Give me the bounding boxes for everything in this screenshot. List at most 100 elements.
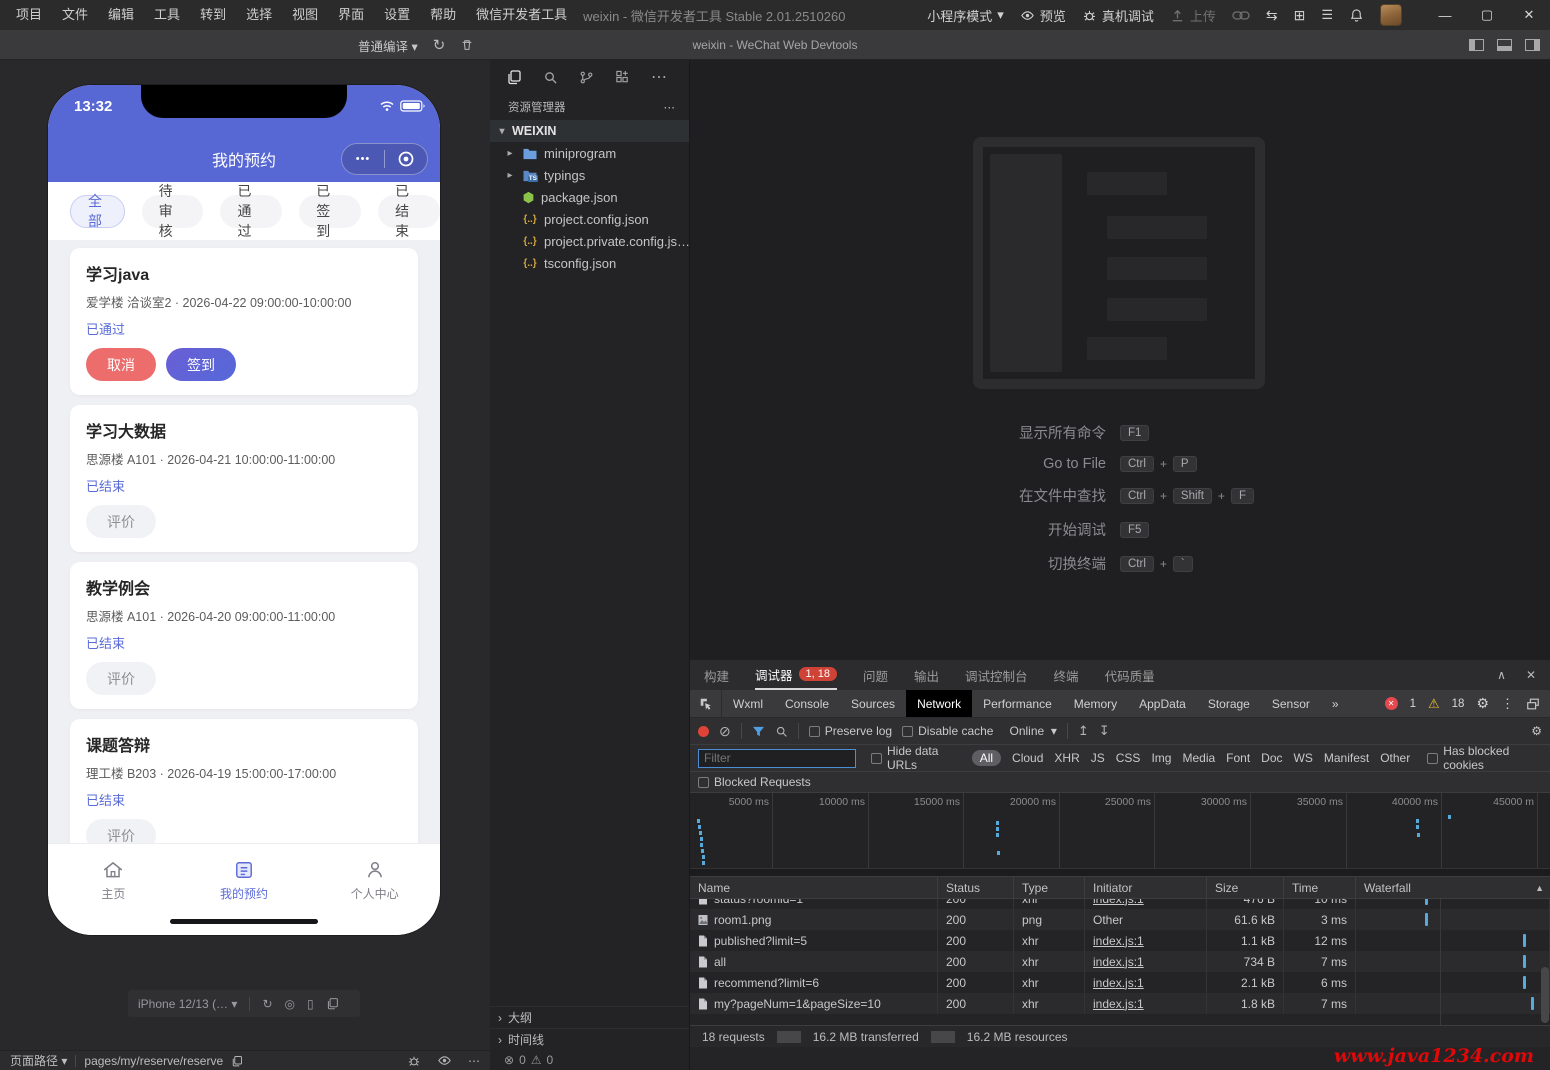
tab-sources[interactable]: Sources — [840, 690, 906, 717]
has-blocked-cookies-checkbox[interactable]: Has blocked cookies — [1427, 744, 1542, 772]
collapse-panel-icon[interactable]: ∧ — [1497, 668, 1506, 682]
device-selector[interactable]: iPhone 12/13 (… ▾ — [138, 997, 237, 1011]
tab-approved[interactable]: 已通过 — [220, 183, 283, 239]
hamburger-menu-icon[interactable]: ☰ — [1321, 7, 1333, 23]
table-row[interactable]: my?pageNum=1&pageSize=10 200 xhr index.j… — [690, 993, 1550, 1014]
more-icon[interactable]: ⋯ — [651, 67, 667, 87]
tree-item-project-config[interactable]: {..} project.config.json — [490, 208, 689, 230]
extensions-icon[interactable] — [615, 70, 630, 85]
refresh-button[interactable]: ↻ — [433, 36, 446, 54]
menu-help[interactable]: 帮助 — [420, 0, 466, 30]
menu-edit[interactable]: 编辑 — [98, 0, 144, 30]
close-button[interactable]: ✕ — [1508, 0, 1550, 30]
problems-status[interactable]: ⊗ 0 ⚠ 0 — [490, 1050, 689, 1070]
table-row[interactable]: status?roomid=1 200 xhr index.js:1 476 B… — [690, 899, 1550, 909]
filter-type-css[interactable]: CSS — [1116, 751, 1141, 765]
menu-settings[interactable]: 设置 — [374, 0, 420, 30]
inspect-element-icon[interactable] — [690, 690, 722, 717]
tab-memory[interactable]: Memory — [1063, 690, 1128, 717]
compile-mode-dropdown[interactable]: 普通编译 ▾ — [358, 36, 418, 55]
toggle-secondary-sidebar-icon[interactable] — [1525, 39, 1540, 51]
filter-funnel-icon[interactable] — [752, 726, 765, 737]
menu-goto[interactable]: 转到 — [190, 0, 236, 30]
blocked-requests-checkbox[interactable]: Blocked Requests — [698, 775, 811, 789]
tree-item-miniprogram[interactable]: ▸ miniprogram — [490, 142, 689, 164]
more-icon[interactable]: ⋯ — [468, 1054, 480, 1068]
export-har-icon[interactable]: ↧ — [1099, 723, 1110, 739]
filter-type-doc[interactable]: Doc — [1261, 751, 1282, 765]
miniprogram-mode-dropdown[interactable]: 小程序模式 ▾ — [927, 6, 1004, 25]
menu-view[interactable]: 视图 — [282, 0, 328, 30]
menu-select[interactable]: 选择 — [236, 0, 282, 30]
maximize-button[interactable]: ▢ — [1466, 0, 1508, 30]
filter-type-manifest[interactable]: Manifest — [1324, 751, 1369, 765]
files-icon[interactable] — [506, 69, 522, 85]
hide-data-urls-checkbox[interactable]: Hide data URLs — [871, 744, 963, 772]
filter-type-media[interactable]: Media — [1182, 751, 1215, 765]
filter-type-ws[interactable]: WS — [1294, 751, 1313, 765]
visibility-icon[interactable] — [437, 1053, 452, 1068]
initiator-link[interactable]: index.js:1 — [1093, 899, 1144, 906]
tab-finished[interactable]: 已结束 — [378, 183, 440, 239]
menu-project[interactable]: 项目 — [6, 0, 52, 30]
initiator-link[interactable]: index.js:1 — [1093, 955, 1144, 969]
timeline-section[interactable]: › 时间线 — [490, 1028, 689, 1050]
search-icon[interactable] — [543, 70, 558, 85]
tab-problems[interactable]: 问题 — [863, 660, 888, 690]
filter-type-img[interactable]: Img — [1151, 751, 1171, 765]
upload-button[interactable]: 上传 — [1170, 6, 1216, 25]
tab-code-quality[interactable]: 代码质量 — [1105, 660, 1155, 690]
minimize-button[interactable]: — — [1424, 0, 1466, 30]
tab-pending[interactable]: 待审核 — [141, 183, 204, 239]
tab-appdata[interactable]: AppData — [1128, 690, 1197, 717]
outline-section[interactable]: › 大纲 — [490, 1006, 689, 1028]
tab-all[interactable]: 全部 — [70, 193, 125, 229]
layout-grid-icon[interactable]: ⊞ — [1294, 7, 1306, 24]
tree-root-weixin[interactable]: ▾ WEIXIN — [490, 120, 689, 142]
tabbar-profile[interactable]: 个人中心 — [309, 844, 440, 935]
clear-cache-icon[interactable] — [460, 38, 474, 52]
network-settings-icon[interactable]: ⚙ — [1531, 724, 1542, 738]
link-icon[interactable] — [1232, 8, 1250, 23]
tab-debugger[interactable]: 调试器 1, 18 — [755, 660, 837, 690]
tabbar-home[interactable]: 主页 — [48, 844, 179, 935]
disable-cache-checkbox[interactable]: Disable cache — [902, 724, 993, 738]
tree-item-package-json[interactable]: package.json — [490, 186, 689, 208]
tab-checked-in[interactable]: 已签到 — [299, 183, 362, 239]
source-control-icon[interactable] — [579, 70, 594, 85]
review-button[interactable]: 评价 — [86, 819, 156, 843]
filter-type-all[interactable]: All — [971, 750, 1002, 766]
menu-wechat-devtools[interactable]: 微信开发者工具 — [466, 0, 577, 30]
column-waterfall[interactable]: Waterfall ▲ — [1356, 877, 1550, 898]
table-row[interactable]: all 200 xhr index.js:1 734 B 7 ms — [690, 951, 1550, 972]
table-row[interactable]: room1.png 200 png Other 61.6 kB 3 ms — [690, 909, 1550, 930]
filter-type-font[interactable]: Font — [1226, 751, 1250, 765]
toggle-panel-icon[interactable] — [1497, 39, 1512, 51]
capsule-exit-button[interactable] — [385, 150, 427, 168]
column-name[interactable]: Name — [690, 877, 938, 898]
menu-interface[interactable]: 界面 — [328, 0, 374, 30]
phone-frame-icon[interactable]: ▯ — [307, 997, 314, 1011]
table-scrollbar[interactable] — [1541, 967, 1549, 1023]
filter-type-cloud[interactable]: Cloud — [1012, 751, 1043, 765]
copy-path-icon[interactable] — [231, 1055, 243, 1067]
debug-icon[interactable] — [407, 1054, 421, 1068]
filter-type-other[interactable]: Other — [1380, 751, 1410, 765]
throttling-dropdown[interactable]: Online ▾ — [1009, 724, 1056, 738]
undock-icon[interactable] — [1526, 697, 1540, 711]
user-avatar[interactable] — [1380, 4, 1402, 26]
column-time[interactable]: Time — [1284, 877, 1356, 898]
more-actions-icon[interactable]: ⋯ — [664, 100, 676, 114]
tab-console[interactable]: Console — [774, 690, 840, 717]
column-type[interactable]: Type — [1014, 877, 1085, 898]
checkin-button[interactable]: 签到 — [166, 348, 236, 381]
column-size[interactable]: Size — [1207, 877, 1284, 898]
tab-performance[interactable]: Performance — [972, 690, 1063, 717]
initiator-link[interactable]: index.js:1 — [1093, 976, 1144, 990]
notification-bell-icon[interactable] — [1349, 8, 1364, 23]
preview-button[interactable]: 预览 — [1020, 6, 1066, 25]
tab-sensor[interactable]: Sensor — [1261, 690, 1321, 717]
kebab-menu-icon[interactable]: ⋮ — [1501, 696, 1514, 712]
network-overview-timeline[interactable]: 5000 ms 10000 ms 15000 ms 20000 ms 25000… — [690, 793, 1550, 877]
initiator-link[interactable]: index.js:1 — [1093, 997, 1144, 1011]
